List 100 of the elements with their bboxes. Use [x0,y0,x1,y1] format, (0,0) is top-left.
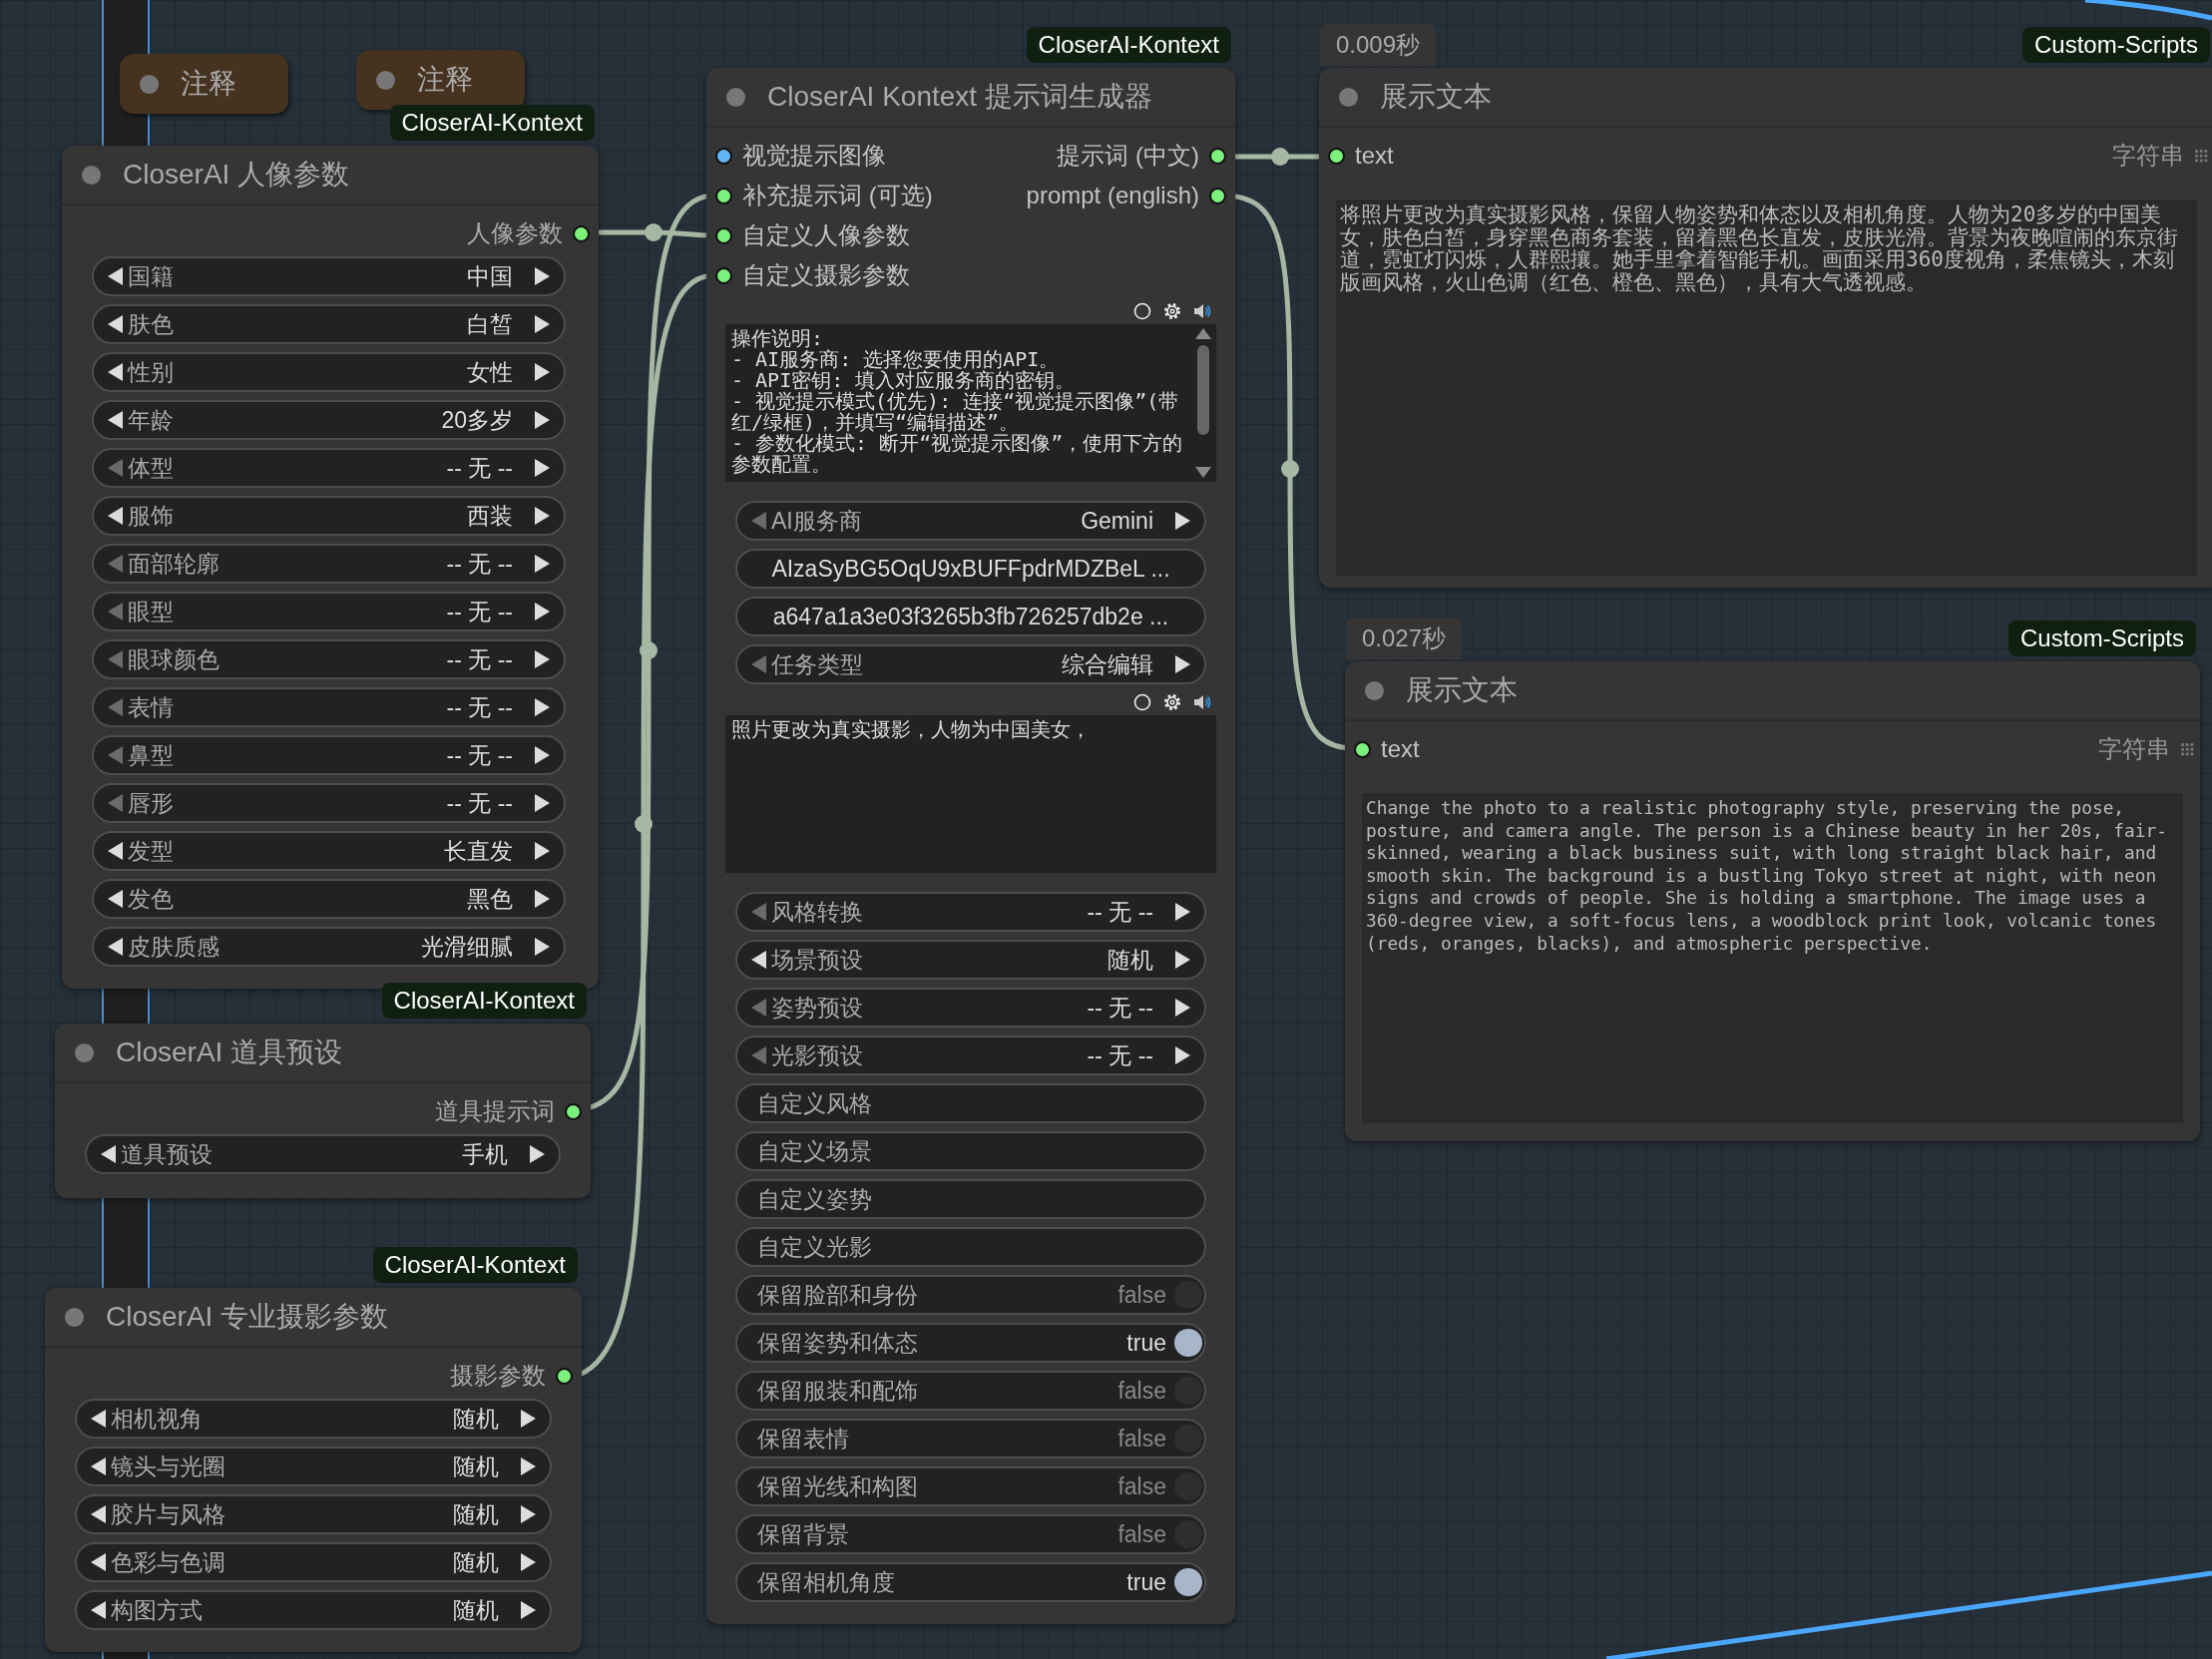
collapse-dot[interactable] [65,1307,84,1327]
collapse-dot[interactable] [75,1042,94,1062]
settings-icon[interactable] [1162,301,1182,321]
toggle-widget[interactable]: 保留服装和配饰 false [735,1371,1206,1411]
dropdown-widget[interactable]: 镜头与光圈 随机 [75,1447,552,1486]
right-arrow-icon[interactable] [535,603,550,621]
text-field[interactable]: 自定义场景 [735,1131,1206,1171]
right-arrow-icon[interactable] [1175,1046,1190,1064]
speaker-icon[interactable] [1192,301,1212,321]
toggle-knob[interactable] [1174,1281,1202,1309]
right-arrow-icon[interactable] [535,938,550,956]
toggle-widget[interactable]: 保留姿势和体态 true [735,1323,1206,1363]
output-slot[interactable] [1209,187,1226,205]
collapse-dot[interactable] [82,165,101,185]
toggle-knob[interactable] [1174,1520,1202,1548]
right-arrow-icon[interactable] [1175,655,1190,673]
toggle-widget[interactable]: 保留背景 false [735,1514,1206,1554]
right-arrow-icon[interactable] [535,890,550,908]
right-arrow-icon[interactable] [535,459,550,477]
dropdown-widget[interactable]: 眼球颜色 -- 无 -- [92,639,566,679]
toggle-knob[interactable] [1174,1329,1202,1357]
text-area[interactable]: 照片更改为真实摄影，人物为中国美女， [725,715,1216,873]
dropdown-widget[interactable]: 服饰 西装 [92,496,566,536]
dropdown-widget[interactable]: 表情 -- 无 -- [92,687,566,727]
right-arrow-icon[interactable] [535,698,550,716]
output-slot[interactable] [556,1367,573,1385]
dropdown-widget[interactable]: 皮肤质感 光滑细腻 [92,927,566,967]
toggle-knob[interactable] [1174,1425,1202,1452]
right-arrow-icon[interactable] [535,650,550,668]
dropdown-widget[interactable]: 肤色 白皙 [92,304,566,344]
right-arrow-icon[interactable] [521,1457,536,1475]
input-slot[interactable] [715,187,732,205]
dropdown-widget[interactable]: 眼型 -- 无 -- [92,592,566,631]
note-node[interactable]: 注释 [356,50,525,110]
right-arrow-icon[interactable] [521,1553,536,1571]
right-arrow-icon[interactable] [535,794,550,812]
collapse-dot[interactable] [1339,87,1358,107]
dropdown-widget[interactable]: 色彩与色调 随机 [75,1542,552,1582]
dropdown-widget[interactable]: 构图方式 随机 [75,1590,552,1630]
dropdown-widget[interactable]: 年龄 20多岁 [92,400,566,440]
dropdown-widget[interactable]: 国籍 中国 [92,256,566,296]
speaker-icon[interactable] [1192,692,1212,712]
dropdown-widget[interactable]: 面部轮廓 -- 无 -- [92,544,566,584]
right-arrow-icon[interactable] [521,1410,536,1428]
right-arrow-icon[interactable] [535,411,550,429]
dropdown-widget[interactable]: 胶片与风格 随机 [75,1494,552,1534]
right-arrow-icon[interactable] [530,1145,545,1163]
collapse-dot[interactable] [726,87,745,107]
dropdown-widget[interactable]: 道具预设 手机 [85,1134,561,1174]
right-arrow-icon[interactable] [535,267,550,285]
toggle-widget[interactable]: 保留光线和构图 false [735,1466,1206,1506]
toggle-widget[interactable]: 保留表情 false [735,1419,1206,1458]
dropdown-widget[interactable]: 体型 -- 无 -- [92,448,566,488]
right-arrow-icon[interactable] [521,1601,536,1619]
toggle-knob[interactable] [1174,1377,1202,1405]
note-node[interactable]: 注释 [120,54,288,114]
dropdown-widget[interactable]: 任务类型 综合编辑 [735,644,1206,684]
dropdown-widget[interactable]: 性别 女性 [92,352,566,392]
text-field[interactable]: a647a1a3e03f3265b3fb726257db2e ... [735,597,1206,636]
dropdown-widget[interactable]: 发型 长直发 [92,831,566,871]
dropdown-widget[interactable]: AI服务商 Gemini [735,501,1206,541]
output-slot[interactable] [565,1102,582,1120]
toggle-widget[interactable]: 保留脸部和身份 false [735,1275,1206,1315]
right-arrow-icon[interactable] [1175,951,1190,969]
text-area[interactable]: 将照片更改为真实摄影风格，保留人物姿势和体态以及相机角度。人物为20多岁的中国美女，肤色白皙，身穿黑色商务套装，留着黑色长直发，皮肤光滑。背景为夜晚喧闹的东京街道，霓虹灯闪烁，人群熙攘。她手里拿着智能手机。画面采用360度视角，柔焦镜头，木刻版画风格，火山色调（红色、橙色、黑色），具有大气透视感。 [1336,200,2197,576]
toggle-knob[interactable] [1174,1472,1202,1500]
input-slot[interactable] [1354,740,1371,758]
dropdown-widget[interactable]: 姿势预设 -- 无 -- [735,988,1206,1028]
collapse-dot[interactable] [1365,680,1384,700]
text-area[interactable]: 操作说明: - AI服务商: 选择您要使用的API。 - API密钥: 填入对应服务商的密钥。 - 视觉提示模式(优先): 连接“视觉提示图像”(带红/绿框)，并填写“编辑描述”。 - 参数化模式: 断开“视觉提示图像”，使用下方的参数配置。 [725,324,1216,482]
right-arrow-icon[interactable] [1175,512,1190,530]
right-arrow-icon[interactable] [535,315,550,333]
right-arrow-icon[interactable] [535,507,550,525]
right-arrow-icon[interactable] [535,746,550,764]
output-slot[interactable] [573,224,590,242]
input-slot[interactable] [1328,147,1345,165]
settings-icon[interactable] [1162,692,1182,712]
input-slot[interactable] [715,147,732,165]
dropdown-widget[interactable]: 风格转换 -- 无 -- [735,892,1206,932]
dropdown-widget[interactable]: 发色 黑色 [92,879,566,919]
output-slot[interactable] [1209,147,1226,165]
scrollbar[interactable] [1194,328,1212,478]
circle-icon[interactable] [1132,692,1152,712]
dropdown-widget[interactable]: 唇形 -- 无 -- [92,783,566,823]
right-arrow-icon[interactable] [535,363,550,381]
right-arrow-icon[interactable] [535,842,550,860]
dropdown-widget[interactable]: 鼻型 -- 无 -- [92,735,566,775]
text-field[interactable]: AIzaSyBG5OqU9xBUFFpdrMDZBeL ... [735,549,1206,589]
input-slot[interactable] [715,266,732,284]
text-field[interactable]: 自定义风格 [735,1083,1206,1123]
toggle-knob[interactable] [1174,1568,1202,1596]
dropdown-widget[interactable]: 场景预设 随机 [735,940,1206,980]
text-field[interactable]: 自定义姿势 [735,1179,1206,1219]
circle-icon[interactable] [1132,301,1152,321]
text-area[interactable]: Change the photo to a realistic photography style, preserving the pose, posture, and camera angle. The person is a Chinese beauty in her 20s, fair-skinned, wearing a black business suit, with long straight black hair, and smooth skin. The background is a bustling Tokyo street at night, with neon signs and crowds of people. She is holding a smartphone. The image uses a 360-degree view, a soft-focus lens, a woodblock print look, volcanic tones (reds, oranges, blacks), and atmospheric perspective. [1362,793,2183,1123]
right-arrow-icon[interactable] [535,555,550,573]
right-arrow-icon[interactable] [1175,903,1190,921]
dropdown-widget[interactable]: 光影预设 -- 无 -- [735,1036,1206,1075]
toggle-widget[interactable]: 保留相机角度 true [735,1562,1206,1602]
right-arrow-icon[interactable] [1175,999,1190,1017]
